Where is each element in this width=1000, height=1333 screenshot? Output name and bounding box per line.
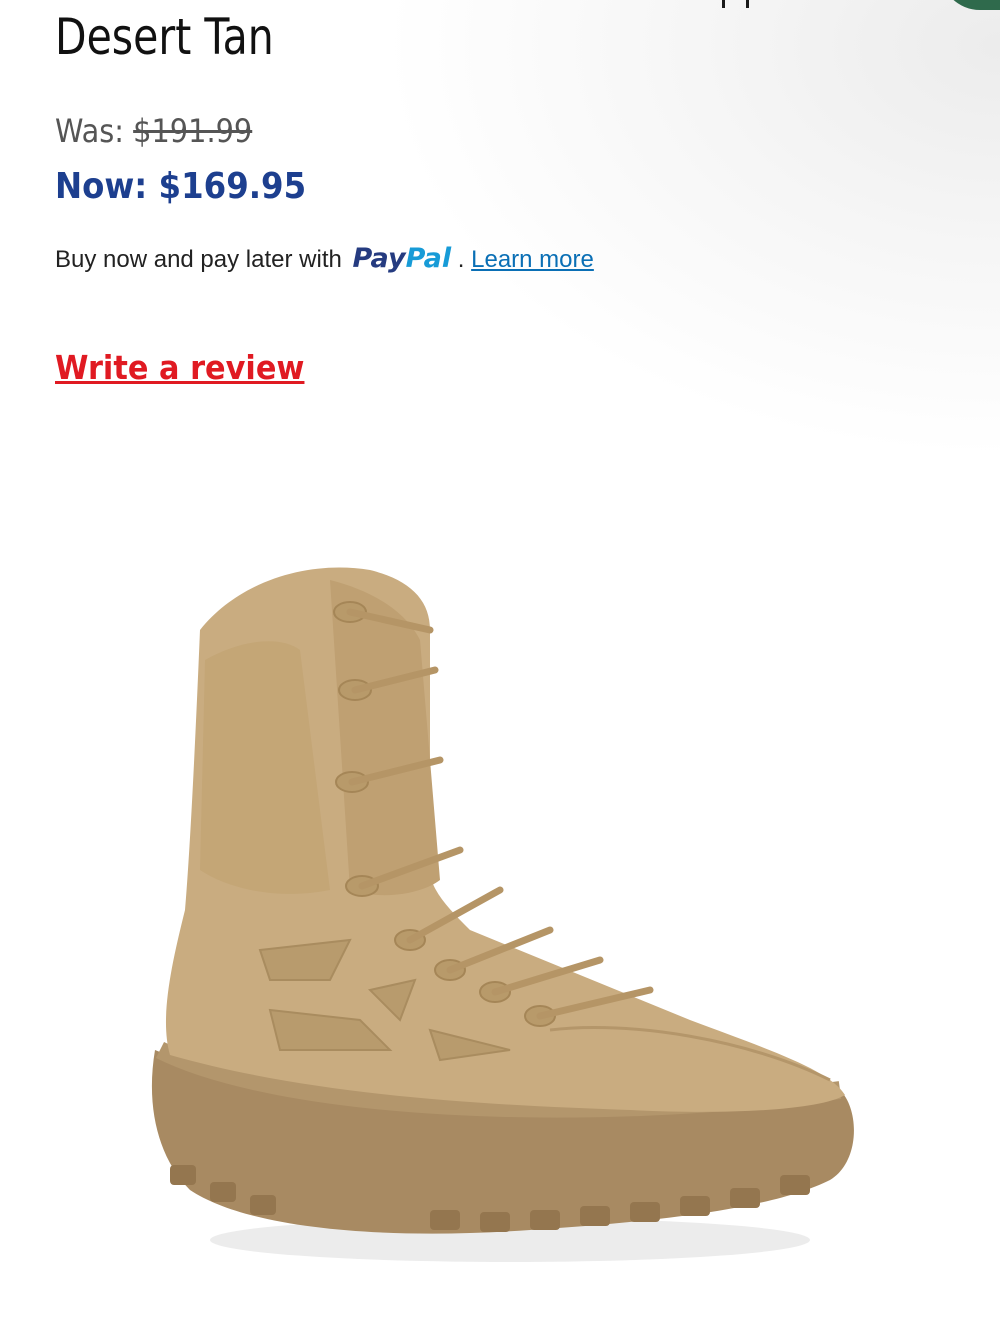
paypal-separator: . <box>457 246 465 273</box>
background-glow <box>380 0 1000 460</box>
paypal-logo: PayPal <box>353 243 452 274</box>
paypal-logo-part1: Pay <box>352 243 406 274</box>
paypal-message: Buy now and pay later with PayPal . Lear… <box>55 243 594 274</box>
learn-more-link[interactable]: Learn more <box>471 246 594 273</box>
paypal-text: Buy now and pay later with <box>55 246 342 273</box>
was-price-row: Was: $191.99 <box>55 112 252 150</box>
product-title: Desert Tan <box>55 8 274 66</box>
now-label: Now: <box>55 166 148 207</box>
tactical-boot-image[interactable] <box>130 550 870 1270</box>
now-price: $169.95 <box>158 166 307 207</box>
was-price: $191.99 <box>133 112 253 150</box>
partial-icon <box>722 0 758 8</box>
paypal-logo-part2: Pal <box>405 243 452 274</box>
now-price-row: Now: $169.95 <box>55 166 306 207</box>
was-label: Was: <box>55 112 124 150</box>
write-review-link[interactable]: Write a review <box>55 348 304 387</box>
